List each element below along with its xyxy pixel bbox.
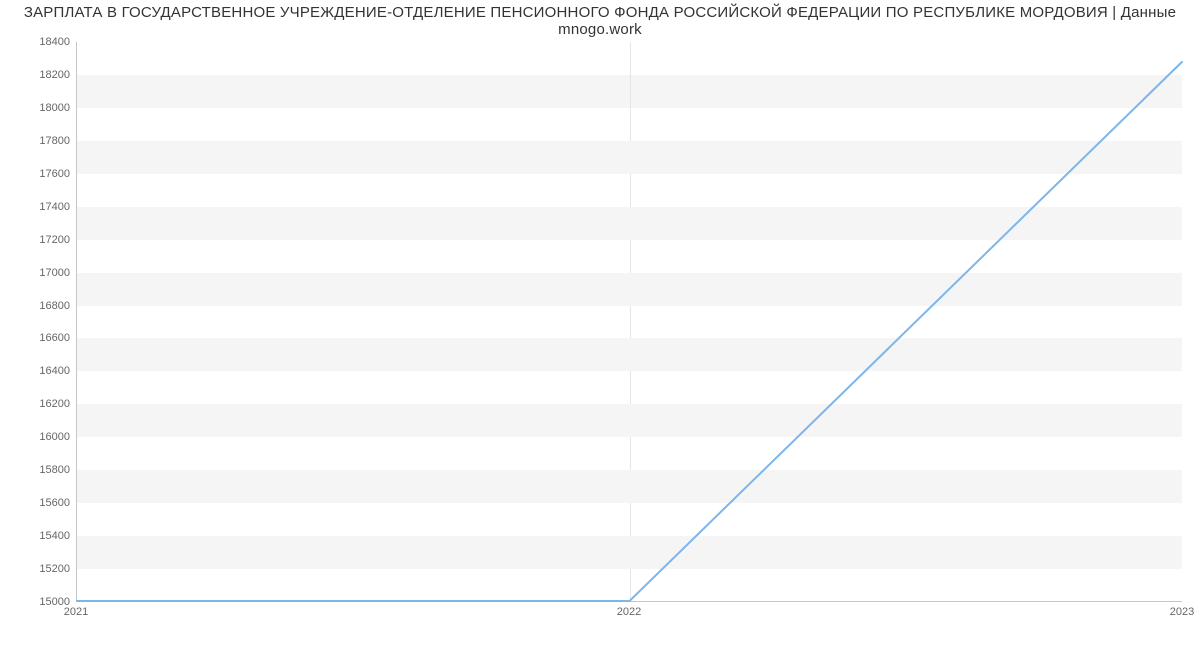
chart-container: ЗАРПЛАТА В ГОСУДАРСТВЕННОЕ УЧРЕЖДЕНИЕ-ОТ… xyxy=(0,0,1200,650)
y-tick-label: 15200 xyxy=(10,563,70,575)
y-tick-label: 16200 xyxy=(10,398,70,410)
series-line xyxy=(77,62,1182,601)
y-tick-label: 18400 xyxy=(10,36,70,48)
y-tick-label: 15600 xyxy=(10,497,70,509)
plot-area xyxy=(76,42,1182,602)
y-tick-label: 17000 xyxy=(10,267,70,279)
y-tick-label: 15400 xyxy=(10,530,70,542)
y-tick-label: 16800 xyxy=(10,300,70,312)
y-tick-label: 18200 xyxy=(10,69,70,81)
y-tick-label: 17600 xyxy=(10,168,70,180)
y-tick-label: 17200 xyxy=(10,234,70,246)
y-tick-label: 17800 xyxy=(10,135,70,147)
y-tick-label: 15800 xyxy=(10,464,70,476)
chart-title: ЗАРПЛАТА В ГОСУДАРСТВЕННОЕ УЧРЕЖДЕНИЕ-ОТ… xyxy=(0,4,1200,38)
y-tick-label: 15000 xyxy=(10,596,70,608)
y-tick-label: 16400 xyxy=(10,365,70,377)
line-series xyxy=(77,42,1182,601)
x-tick-label: 2021 xyxy=(64,606,88,618)
y-tick-label: 16000 xyxy=(10,431,70,443)
y-tick-label: 18000 xyxy=(10,102,70,114)
y-tick-label: 16600 xyxy=(10,332,70,344)
x-tick-label: 2023 xyxy=(1170,606,1194,618)
y-tick-label: 17400 xyxy=(10,201,70,213)
x-tick-label: 2022 xyxy=(617,606,641,618)
